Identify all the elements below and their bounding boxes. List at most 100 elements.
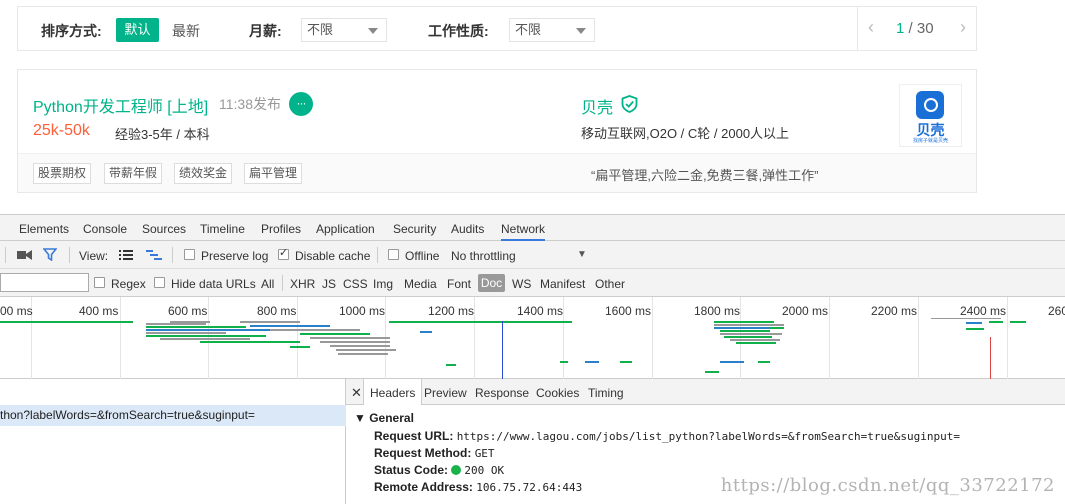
divider [172, 247, 173, 263]
status-code-row: Status Code: 200 OK [374, 463, 504, 477]
company-name-link[interactable]: 贝壳 [581, 94, 613, 118]
waterfall-bars [0, 318, 1026, 379]
ruler-tick: 1200 ms [428, 304, 475, 318]
job-card[interactable]: Python开发工程师 [上地] 11:38发布 ··· 25k-50k 经验3… [17, 69, 977, 193]
watermark: https://blog.csdn.net/qq_33722172 [720, 475, 1055, 496]
job-title-link[interactable]: Python开发工程师 [上地] [33, 93, 208, 117]
regex-checkbox[interactable] [94, 277, 105, 288]
waterfall-icon[interactable] [146, 250, 162, 261]
filter-doc[interactable]: Doc [478, 274, 505, 292]
job-tag: 扁平管理 [244, 163, 303, 184]
salary-select[interactable]: 不限 [301, 18, 387, 42]
ruler-tick: 260 [1048, 304, 1065, 318]
tab-audits[interactable]: Audits [451, 222, 484, 236]
company-logo[interactable]: 贝壳 找房子就是贝壳 [899, 84, 962, 147]
filter-all[interactable]: All [261, 277, 274, 291]
sort-newest-button[interactable]: 最新 [172, 21, 200, 41]
filter-font[interactable]: Font [447, 277, 471, 291]
remote-address-row: Remote Address: 106.75.72.64:443 [374, 480, 582, 494]
request-url-value: https://www.lagou.com/jobs/list_python?l… [456, 430, 961, 443]
ruler-tick: 2200 ms [871, 304, 918, 318]
ruler-tick: 600 ms [168, 304, 208, 318]
tab-security[interactable]: Security [393, 222, 436, 236]
filter-xhr[interactable]: XHR [290, 277, 315, 291]
tab-cookies[interactable]: Cookies [536, 386, 579, 400]
tab-headers[interactable]: Headers [363, 379, 423, 405]
filter-media[interactable]: Media [404, 277, 437, 291]
preserve-log-label: Preserve log [201, 249, 269, 263]
request-url-label: Request URL: [374, 429, 454, 443]
tab-timeline[interactable]: Timeline [200, 222, 245, 236]
job-site: 排序方式: 默认 最新 月薪: 不限 工作性质: 不限 ‹ 1 / 30 › P… [0, 0, 1065, 214]
camera-icon[interactable] [17, 250, 32, 260]
tab-elements[interactable]: Elements [19, 222, 69, 236]
status-code-value: 200 OK [464, 464, 505, 477]
job-tag: 股票期权 [33, 163, 92, 184]
disable-cache-checkbox[interactable] [278, 246, 289, 260]
filter-icon[interactable] [43, 248, 57, 261]
salary-label: 月薪: [249, 23, 282, 39]
total-pages: 30 [916, 20, 934, 37]
job-salary: 25k-50k [33, 122, 90, 139]
chevron-down-icon [368, 28, 378, 34]
job-tag: 绩效奖金 [174, 163, 233, 184]
tab-profiles[interactable]: Profiles [261, 222, 301, 236]
request-row-selected[interactable]: thon?labelWords=&fromSearch=true&suginpu… [0, 405, 346, 426]
prev-page-icon[interactable]: ‹ [868, 17, 874, 38]
status-code-label: Status Code: [374, 463, 449, 477]
pager: ‹ 1 / 30 › [857, 7, 976, 50]
sort-default-button[interactable]: 默认 [116, 18, 159, 42]
salary-select-value: 不限 [307, 22, 334, 37]
job-nature-select[interactable]: 不限 [509, 18, 595, 42]
request-method-label: Request Method: [374, 446, 472, 460]
page-separator: / [904, 20, 917, 37]
remote-address-label: Remote Address: [374, 480, 473, 494]
job-nature-label: 工作性质: [428, 23, 489, 39]
filter-css[interactable]: CSS [343, 277, 368, 291]
page-indicator: 1 / 30 [896, 20, 934, 37]
ruler-tick: 1800 ms [694, 304, 741, 318]
chevron-down-icon[interactable]: ▼ [577, 249, 587, 260]
throttling-select[interactable]: No throttling [451, 249, 516, 263]
filter-other[interactable]: Other [595, 277, 625, 291]
ruler-tick: 1400 ms [517, 304, 564, 318]
tab-network[interactable]: Network [501, 222, 546, 241]
request-method-value: GET [474, 447, 495, 460]
tab-timing[interactable]: Timing [588, 386, 624, 400]
offline-checkbox[interactable] [388, 249, 399, 260]
tab-response[interactable]: Response [475, 386, 529, 400]
verified-shield-icon [621, 95, 638, 113]
hide-data-urls-label: Hide data URLs [171, 277, 256, 291]
large-rows-icon[interactable] [119, 250, 133, 260]
filter-ws[interactable]: WS [512, 277, 531, 291]
close-icon[interactable]: ✕ [351, 385, 362, 401]
filter-bar: 排序方式: 默认 最新 月薪: 不限 工作性质: 不限 ‹ 1 / 30 › [17, 6, 977, 51]
ruler-tick: 400 ms [79, 304, 119, 318]
ruler-tick: 2400 ms [960, 304, 1007, 318]
job-slogan: “扁平管理,六险二金,免费三餐,弹性工作” [591, 168, 819, 183]
chevron-down-icon [576, 28, 586, 34]
divider [5, 247, 6, 263]
tab-application[interactable]: Application [316, 222, 375, 236]
tab-console[interactable]: Console [83, 222, 127, 236]
next-page-icon[interactable]: › [960, 17, 966, 38]
company-industry: 移动互联网,O2O / C轮 / 2000人以上 [581, 126, 790, 141]
filter-img[interactable]: Img [373, 277, 393, 291]
tab-preview[interactable]: Preview [424, 386, 467, 400]
sort-label: 排序方式: [41, 23, 102, 39]
filter-js[interactable]: JS [322, 277, 336, 291]
network-overview[interactable]: 00 ms 400 ms 600 ms 800 ms 1000 ms 1200 … [0, 297, 1065, 379]
general-section-toggle[interactable]: ▼ General [354, 411, 414, 425]
network-toolbar: View: Preserve log Disable cache Offline… [0, 241, 1065, 269]
job-nature-select-value: 不限 [515, 22, 542, 37]
tab-sources[interactable]: Sources [142, 222, 186, 236]
request-list: thon?labelWords=&fromSearch=true&suginpu… [0, 379, 346, 504]
ruler-tick: 00 ms [0, 304, 33, 318]
hide-data-urls-checkbox[interactable] [154, 277, 165, 288]
filter-input[interactable] [0, 273, 89, 292]
chat-icon[interactable]: ··· [289, 92, 313, 116]
detail-tabbar: ✕ Headers Preview Response Cookies Timin… [346, 379, 1065, 405]
divider [282, 275, 283, 291]
preserve-log-checkbox[interactable] [184, 249, 195, 260]
filter-manifest[interactable]: Manifest [540, 277, 585, 291]
